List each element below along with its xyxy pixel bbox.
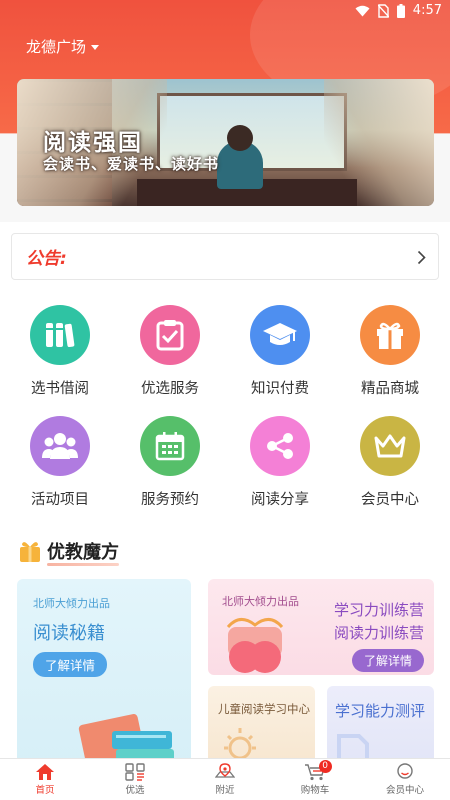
chevron-right-icon: [417, 250, 426, 265]
map-pin-icon: [215, 763, 235, 778]
grid-item-knowledge[interactable]: 知识付费: [225, 305, 335, 398]
status-bar: 4:57: [0, 0, 450, 22]
learn-more-button[interactable]: 了解详情: [351, 649, 424, 672]
no-sim-icon: [377, 3, 389, 18]
card-line-2: 阅读力训练营: [333, 624, 424, 642]
card-title: 学习能力测评: [335, 702, 426, 720]
tab-label: 会员中心: [385, 785, 424, 796]
banner-subtitle: 会读书、爱读书、读好书: [43, 155, 220, 173]
banner-title: 阅读强国: [43, 130, 143, 156]
tab-label: 购物车: [300, 785, 330, 796]
card-title: 阅读秘籍: [33, 623, 105, 644]
section-header: 优教魔方: [19, 538, 119, 566]
header: 4:57 龙德广场 阅读强国 会读书、爱读书、读好书: [0, 0, 450, 222]
graduation-cap-icon: [250, 305, 310, 365]
notice-label: 公告:: [26, 249, 67, 269]
grid-item-label: 阅读分享: [251, 492, 309, 508]
tab-label: 附近: [215, 785, 235, 796]
notice-bar[interactable]: 公告:: [11, 233, 439, 280]
grid-item-label: 优选服务: [141, 381, 199, 397]
grid-item-activities[interactable]: 活动项目: [5, 416, 115, 509]
grid-item-label: 知识付费: [251, 381, 309, 397]
card-line-1: 学习力训练营: [333, 601, 424, 619]
learn-more-button[interactable]: 了解详情: [33, 652, 108, 677]
tab-label: 首页: [35, 785, 55, 796]
grid-item-label: 活动项目: [31, 492, 89, 508]
status-time: 4:57: [412, 3, 442, 18]
people-icon: [30, 416, 90, 476]
card-tag: 北师大倾力出品: [33, 597, 110, 610]
grid-item-label: 选书借阅: [31, 381, 89, 397]
tab-member[interactable]: 会员中心: [360, 759, 450, 800]
section-title: 优教魔方: [47, 538, 119, 566]
tab-featured[interactable]: 优选: [90, 759, 180, 800]
brain-illustration: [226, 618, 284, 673]
gift-icon: [360, 305, 420, 365]
share-icon: [250, 416, 310, 476]
card-training-camp[interactable]: 北师大倾力出品 学习力训练营 阅读力训练营 了解详情: [208, 579, 434, 675]
books-icon: [30, 305, 90, 365]
clipboard-check-icon: [140, 305, 200, 365]
grid-item-label: 精品商城: [361, 381, 419, 397]
grid-item-share[interactable]: 阅读分享: [225, 416, 335, 509]
location-selector[interactable]: 龙德广场: [26, 36, 100, 57]
banner[interactable]: 阅读强国 会读书、爱读书、读好书: [17, 79, 434, 206]
user-icon: [397, 763, 413, 779]
tab-nearby[interactable]: 附近: [180, 759, 270, 800]
caret-down-icon: [91, 45, 100, 50]
grid-item-membership[interactable]: 会员中心: [335, 416, 445, 509]
location-label: 龙德广场: [26, 38, 87, 56]
calendar-icon: [140, 416, 200, 476]
crown-icon: [360, 416, 420, 476]
grid-item-booking[interactable]: 服务预约: [115, 416, 225, 509]
tab-home[interactable]: 首页: [0, 759, 90, 800]
card-children-reading[interactable]: 儿童阅读学习中心: [208, 686, 315, 766]
wifi-icon: [355, 5, 370, 16]
gift-box-icon: [20, 542, 40, 562]
home-icon: [36, 764, 54, 780]
card-title: 儿童阅读学习中心: [218, 702, 310, 716]
card-ability-test[interactable]: 学习能力测评: [327, 686, 434, 766]
bottom-tab-bar: 首页 优选 附近 0 购物车 会员中心: [0, 758, 450, 800]
grid-item-services[interactable]: 优选服务: [115, 305, 225, 398]
tab-label: 优选: [125, 785, 145, 796]
battery-icon: [396, 3, 405, 18]
grid-item-borrow[interactable]: 选书借阅: [5, 305, 115, 398]
cart-badge: 0: [318, 760, 332, 773]
grid-item-label: 会员中心: [361, 492, 419, 508]
banner-reader-head: [227, 125, 253, 151]
grid-item-label: 服务预约: [141, 492, 199, 508]
tab-cart[interactable]: 0 购物车: [270, 759, 360, 800]
card-reading-tips[interactable]: 北师大倾力出品 阅读秘籍 了解详情: [17, 579, 191, 769]
grid-item-mall[interactable]: 精品商城: [335, 305, 445, 398]
grid-list-icon: [125, 763, 145, 781]
